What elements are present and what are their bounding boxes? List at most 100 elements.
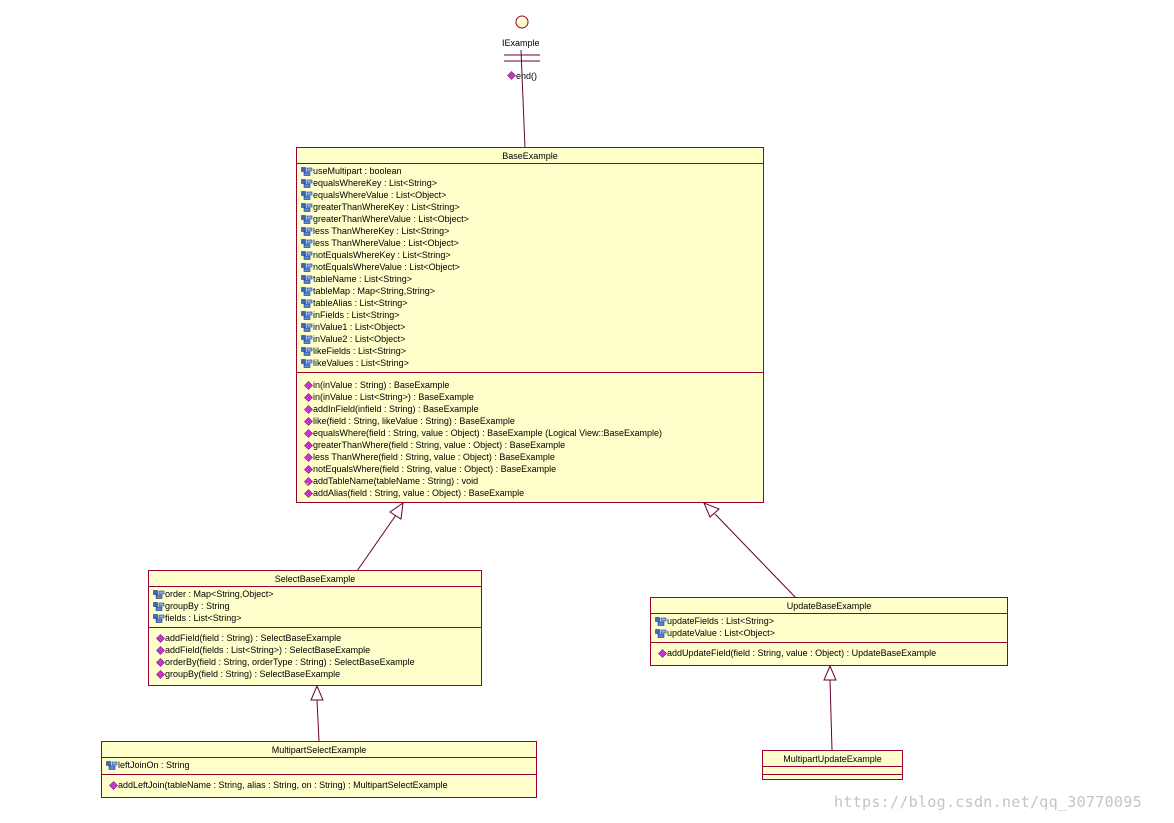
operation-icon bbox=[507, 71, 516, 82]
operation-row[interactable]: orderBy(field : String, orderType : Stri… bbox=[151, 656, 479, 668]
attribute-row[interactable]: order : Map<String,Object> bbox=[151, 588, 479, 600]
attribute-label: equalsWhereValue : List<Object> bbox=[313, 190, 447, 200]
operation-row[interactable]: greaterThanWhere(field : String, value :… bbox=[299, 439, 761, 451]
attribute-icon bbox=[301, 347, 313, 356]
attribute-label: notEqualsWhereKey : List<String> bbox=[313, 250, 451, 260]
attribute-compartment: useMultipart : boolean equalsWhereKey : L… bbox=[297, 164, 763, 373]
attribute-label: order : Map<String,Object> bbox=[165, 589, 274, 599]
generalization-connector bbox=[316, 699, 320, 742]
attribute-row[interactable]: less ThanWhereValue : List<Object> bbox=[299, 237, 761, 249]
class-multipart-select-example[interactable]: MultipartSelectExample leftJoinOn : Strin… bbox=[101, 741, 537, 798]
operation-row[interactable]: addLeftJoin(tableName : String, alias : … bbox=[104, 779, 534, 791]
class-name: BaseExample bbox=[297, 148, 763, 164]
operation-row[interactable]: in(inValue : String) : BaseExample bbox=[299, 379, 761, 391]
watermark: https://blog.csdn.net/qq_30770095 bbox=[834, 793, 1142, 811]
operation-icon bbox=[109, 781, 120, 790]
attribute-row[interactable]: tableMap : Map<String,String> bbox=[299, 285, 761, 297]
operation-label: addUpdateField(field : String, value : O… bbox=[667, 648, 937, 658]
attribute-compartment: order : Map<String,Object> groupBy : Stri… bbox=[149, 587, 481, 628]
generalization-connector bbox=[714, 513, 797, 599]
attribute-label: likeFields : List<String> bbox=[313, 346, 407, 356]
operation-label: greaterThanWhere(field : String, value :… bbox=[313, 440, 566, 450]
operation-label: in(inValue : List<String>) : BaseExample bbox=[313, 392, 474, 402]
operation-compartment: addField(field : String) : SelectBaseExa… bbox=[149, 628, 481, 683]
attribute-icon bbox=[301, 263, 313, 272]
operation-label: addTableName(tableName : String) : void bbox=[313, 476, 479, 486]
class-name: MultipartSelectExample bbox=[102, 742, 536, 758]
attribute-row[interactable]: notEqualsWhereKey : List<String> bbox=[299, 249, 761, 261]
operation-row[interactable]: addTableName(tableName : String) : void bbox=[299, 475, 761, 487]
attribute-row[interactable]: less ThanWhereKey : List<String> bbox=[299, 225, 761, 237]
attribute-row[interactable]: inFields : List<String> bbox=[299, 309, 761, 321]
interface-operation[interactable]: end() bbox=[507, 71, 537, 81]
attribute-label: inValue1 : List<Object> bbox=[313, 322, 406, 332]
attribute-row[interactable]: equalsWhereKey : List<String> bbox=[299, 177, 761, 189]
operation-row[interactable]: addField(fields : List<String>) : Select… bbox=[151, 644, 479, 656]
attribute-label: leftJoinOn : String bbox=[118, 760, 190, 770]
generalization-arrowhead-icon bbox=[389, 501, 404, 520]
attribute-row[interactable]: inValue1 : List<Object> bbox=[299, 321, 761, 333]
attribute-row[interactable]: inValue2 : List<Object> bbox=[299, 333, 761, 345]
attribute-row[interactable]: tableName : List<String> bbox=[299, 273, 761, 285]
operation-icon bbox=[156, 670, 167, 679]
attribute-row[interactable]: updateFields : List<String> bbox=[653, 615, 1005, 627]
operation-icon bbox=[304, 393, 315, 402]
operation-row[interactable]: in(inValue : List<String>) : BaseExample bbox=[299, 391, 761, 403]
attribute-row[interactable]: updateValue : List<Object> bbox=[653, 627, 1005, 639]
attribute-compartment: updateFields : List<String> updateValue :… bbox=[651, 614, 1007, 643]
attribute-row[interactable]: groupBy : String bbox=[151, 600, 479, 612]
interface-name[interactable]: IExample bbox=[502, 38, 540, 48]
attribute-label: tableName : List<String> bbox=[313, 274, 413, 284]
operation-icon bbox=[304, 441, 315, 450]
attribute-icon bbox=[301, 287, 313, 296]
attribute-row[interactable]: likeFields : List<String> bbox=[299, 345, 761, 357]
operation-row[interactable]: equalsWhere(field : String, value : Obje… bbox=[299, 427, 761, 439]
attribute-icon bbox=[106, 761, 118, 770]
attribute-icon bbox=[301, 215, 313, 224]
operation-compartment: in(inValue : String) : BaseExample in(inV… bbox=[297, 373, 763, 502]
attribute-label: tableAlias : List<String> bbox=[313, 298, 408, 308]
attribute-label: fields : List<String> bbox=[165, 613, 242, 623]
attribute-icon bbox=[301, 167, 313, 176]
attribute-icon bbox=[153, 614, 165, 623]
operation-row[interactable]: addUpdateField(field : String, value : O… bbox=[653, 647, 1005, 659]
operation-row[interactable]: groupBy(field : String) : SelectBaseExam… bbox=[151, 668, 479, 680]
class-select-base-example[interactable]: SelectBaseExample order : Map<String,Obje… bbox=[148, 570, 482, 686]
attribute-label: updateFields : List<String> bbox=[667, 616, 775, 626]
operation-row[interactable]: less ThanWhere(field : String, value : O… bbox=[299, 451, 761, 463]
class-name: MultipartUpdateExample bbox=[763, 751, 902, 767]
class-base-example[interactable]: BaseExample useMultipart : boolean equalsW… bbox=[296, 147, 764, 503]
operation-row[interactable]: like(field : String, likeValue : String)… bbox=[299, 415, 761, 427]
attribute-icon bbox=[153, 590, 165, 599]
attribute-compartment: leftJoinOn : String bbox=[102, 758, 536, 775]
operation-row[interactable]: notEqualsWhere(field : String, value : O… bbox=[299, 463, 761, 475]
operation-icon bbox=[156, 658, 167, 667]
operation-row[interactable]: addAlias(field : String, value : Object)… bbox=[299, 487, 761, 499]
attribute-row[interactable]: tableAlias : List<String> bbox=[299, 297, 761, 309]
attribute-row[interactable]: notEqualsWhereValue : List<Object> bbox=[299, 261, 761, 273]
attribute-row[interactable]: likeValues : List<String> bbox=[299, 357, 761, 369]
attribute-row[interactable]: useMultipart : boolean bbox=[299, 165, 761, 177]
class-update-base-example[interactable]: UpdateBaseExample updateFields : List<Str… bbox=[650, 597, 1008, 666]
attribute-icon bbox=[301, 191, 313, 200]
attribute-row[interactable]: greaterThanWhereValue : List<Object> bbox=[299, 213, 761, 225]
attribute-icon bbox=[301, 179, 313, 188]
operation-label: addField(fields : List<String>) : Select… bbox=[165, 645, 371, 655]
generalization-connector bbox=[356, 514, 397, 572]
attribute-icon bbox=[655, 629, 667, 638]
operation-row[interactable]: addInField(infield : String) : BaseExamp… bbox=[299, 403, 761, 415]
attribute-icon bbox=[301, 251, 313, 260]
attribute-row[interactable]: equalsWhereValue : List<Object> bbox=[299, 189, 761, 201]
attribute-icon bbox=[655, 617, 667, 626]
operation-icon bbox=[304, 465, 315, 474]
operation-compartment: addUpdateField(field : String, value : O… bbox=[651, 643, 1007, 662]
attribute-icon bbox=[153, 602, 165, 611]
attribute-row[interactable]: greaterThanWhereKey : List<String> bbox=[299, 201, 761, 213]
attribute-row[interactable]: leftJoinOn : String bbox=[104, 759, 534, 771]
operation-icon bbox=[658, 649, 669, 658]
attribute-row[interactable]: fields : List<String> bbox=[151, 612, 479, 624]
class-multipart-update-example[interactable]: MultipartUpdateExample bbox=[762, 750, 903, 780]
operation-label: orderBy(field : String, orderType : Stri… bbox=[165, 657, 415, 667]
operation-row[interactable]: addField(field : String) : SelectBaseExa… bbox=[151, 632, 479, 644]
class-name: SelectBaseExample bbox=[149, 571, 481, 587]
